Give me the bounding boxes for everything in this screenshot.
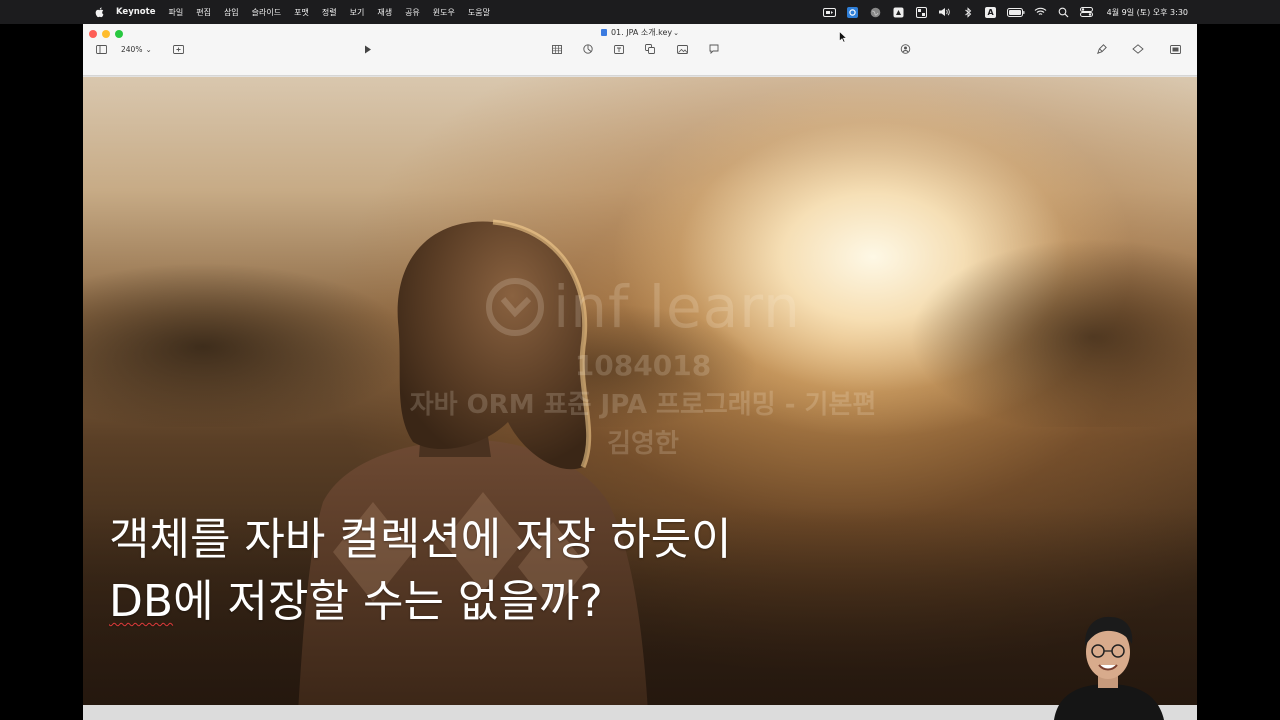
mouse-cursor-icon bbox=[839, 31, 847, 43]
watermark-course-title: 자바 ORM 표준 JPA 프로그래밍 - 기본편 bbox=[409, 390, 877, 420]
shape-icon[interactable] bbox=[644, 43, 656, 55]
menu-play[interactable]: 재생 bbox=[377, 7, 392, 18]
menu-format[interactable]: 포맷 bbox=[294, 7, 309, 18]
inflearn-logo: inf learn bbox=[343, 267, 943, 347]
screen-record-icon[interactable] bbox=[823, 7, 837, 18]
slide-text-line-2-rest: 에 저장할 수는 없을까? bbox=[173, 576, 603, 627]
chevron-down-icon: ⌄ bbox=[145, 44, 152, 54]
battery-icon[interactable] bbox=[1006, 7, 1025, 18]
control-icon[interactable] bbox=[915, 6, 929, 18]
menu-bar-status-area: A 4월 9일 (토) 오후 3:30 bbox=[823, 0, 1188, 24]
menu-bar: Keynote 파일 편집 삽입 슬라이드 포맷 정렬 보기 재생 공유 윈도우… bbox=[0, 0, 1280, 24]
chart-icon[interactable] bbox=[582, 43, 594, 55]
animate-icon[interactable] bbox=[1132, 43, 1144, 55]
watermark-user-id: 1084018 bbox=[574, 349, 712, 382]
text-box-icon[interactable] bbox=[613, 43, 625, 55]
zoom-value: 240% bbox=[121, 44, 143, 54]
table-icon[interactable] bbox=[551, 43, 563, 55]
chevron-down-icon: ⌄ bbox=[673, 29, 680, 37]
comment-icon[interactable] bbox=[708, 43, 720, 55]
input-source-icon[interactable]: A bbox=[984, 6, 998, 18]
volume-icon[interactable] bbox=[938, 7, 952, 18]
spotlight-icon[interactable] bbox=[1057, 7, 1071, 18]
apple-icon[interactable] bbox=[94, 6, 106, 18]
app-menu-keynote[interactable]: Keynote bbox=[116, 7, 155, 17]
globe-icon[interactable] bbox=[869, 7, 883, 18]
canvas-bottom-edge bbox=[83, 705, 1197, 720]
menu-window[interactable]: 윈도우 bbox=[433, 7, 455, 18]
menu-insert[interactable]: 삽입 bbox=[224, 7, 239, 18]
slide-text-line-1: 객체를 자바 컬렉션에 저장 하듯이 bbox=[109, 514, 732, 565]
inflearn-logo-text: inf learn bbox=[553, 273, 801, 341]
menu-arrange[interactable]: 정렬 bbox=[322, 7, 337, 18]
zoom-dropdown[interactable]: 240% ⌄ bbox=[121, 43, 152, 55]
add-slide-icon[interactable] bbox=[172, 43, 184, 55]
menu-view[interactable]: 보기 bbox=[350, 7, 365, 18]
menu-share[interactable]: 공유 bbox=[405, 7, 420, 18]
media-icon[interactable] bbox=[676, 43, 688, 55]
play-icon[interactable] bbox=[362, 43, 374, 55]
menu-file[interactable]: 파일 bbox=[168, 7, 183, 18]
wifi-icon[interactable] bbox=[1034, 7, 1048, 18]
menu-slide[interactable]: 슬라이드 bbox=[252, 7, 281, 18]
keynote-window: 01. JPA 소개.key⌄ 240% ⌄ inf learn 1084018… bbox=[83, 24, 1197, 720]
menu-help[interactable]: 도움말 bbox=[468, 7, 490, 18]
control-center-icon[interactable] bbox=[1080, 7, 1094, 18]
collaborate-icon[interactable] bbox=[899, 43, 911, 55]
window-toolbar: 01. JPA 소개.key⌄ 240% ⌄ bbox=[83, 24, 1197, 76]
drive-icon[interactable] bbox=[892, 7, 906, 18]
menu-bar-left: Keynote 파일 편집 삽입 슬라이드 포맷 정렬 보기 재생 공유 윈도우… bbox=[0, 0, 503, 24]
spellcheck-flagged-word: DB bbox=[109, 576, 174, 627]
document-inspector-icon[interactable] bbox=[1169, 43, 1181, 55]
inflearn-watermark: inf learn 1084018 자바 ORM 표준 JPA 프로그래밍 - … bbox=[343, 267, 943, 460]
menu-edit[interactable]: 편집 bbox=[196, 7, 211, 18]
presenter-webcam-overlay bbox=[1054, 616, 1164, 720]
inflearn-logo-icon bbox=[486, 278, 545, 336]
slide-text-box[interactable]: 객체를 자바 컬렉션에 저장 하듯이 DB에 저장할 수는 없을까? bbox=[109, 509, 732, 633]
slide-canvas[interactable]: inf learn 1084018 자바 ORM 표준 JPA 프로그래밍 - … bbox=[83, 77, 1197, 705]
watermark-author: 김영한 bbox=[607, 429, 679, 459]
document-title-text: 01. JPA 소개.key bbox=[610, 28, 673, 37]
app-status-icon[interactable] bbox=[846, 6, 860, 18]
menu-bar-clock[interactable]: 4월 9일 (토) 오후 3:30 bbox=[1107, 7, 1188, 18]
bluetooth-icon[interactable] bbox=[961, 6, 975, 18]
slide-text-line-2: DB에 저장할 수는 없을까? bbox=[109, 571, 732, 633]
sidebar-toggle-icon[interactable] bbox=[95, 43, 107, 55]
document-title[interactable]: 01. JPA 소개.key⌄ bbox=[83, 27, 1197, 38]
input-source-label: A bbox=[985, 6, 997, 18]
format-brush-icon[interactable] bbox=[1096, 43, 1108, 55]
keynote-document-icon bbox=[600, 29, 607, 36]
